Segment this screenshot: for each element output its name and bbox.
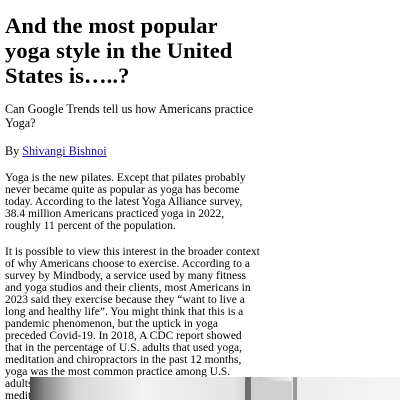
article: And the most popular yoga style in the U…	[5, 0, 260, 400]
article-title: And the most popular yoga style in the U…	[5, 13, 233, 88]
byline: By Shivangi Bishnoi	[5, 144, 260, 158]
photo-window-frame	[293, 377, 297, 400]
photo-window-pane	[252, 381, 292, 400]
byline-prefix: By	[5, 144, 23, 158]
author-link[interactable]: Shivangi Bishnoi	[22, 144, 106, 158]
yoga-photo	[30, 377, 400, 400]
article-subtitle: Can Google Trends tell us how Americans …	[5, 102, 254, 130]
paragraph-1: Yoga is the new pilates. Except that pil…	[5, 172, 246, 232]
photo-shadow-strip	[245, 377, 251, 400]
